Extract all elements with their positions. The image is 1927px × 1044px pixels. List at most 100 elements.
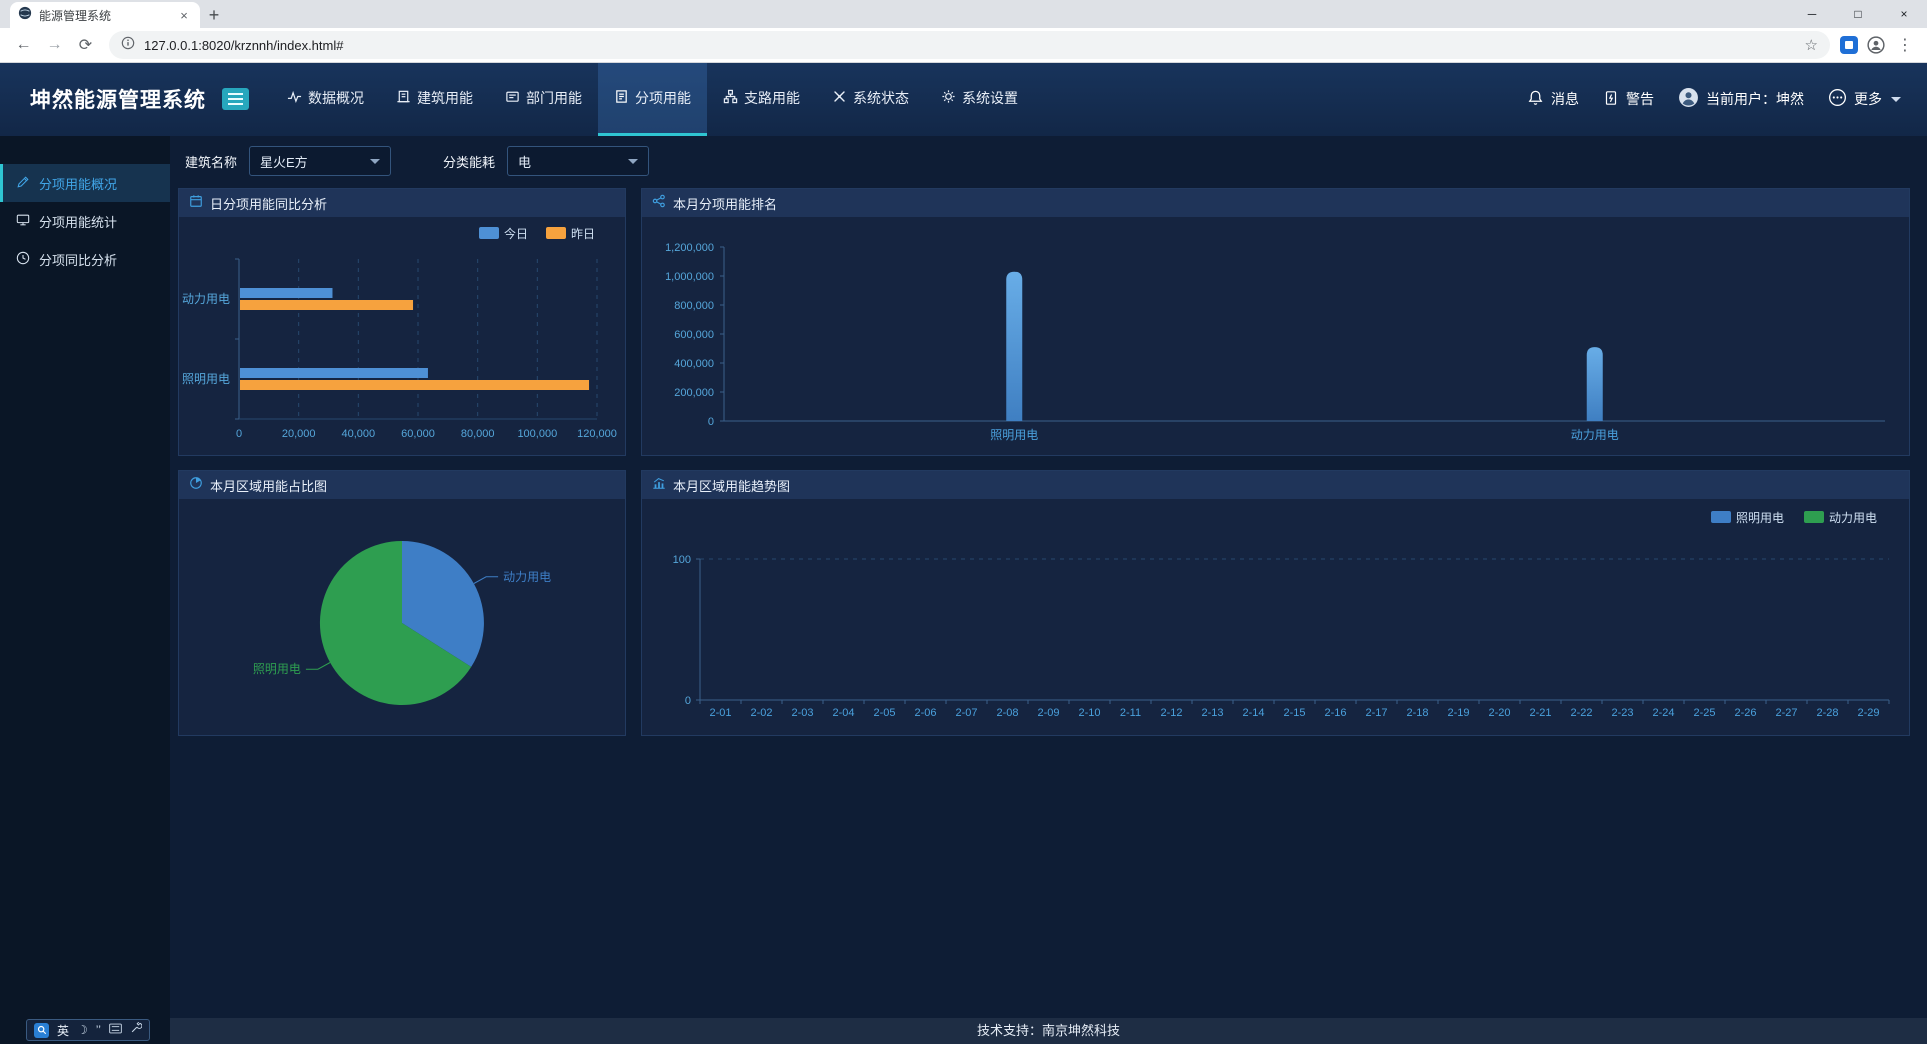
svg-text:1,200,000: 1,200,000 [665,242,714,254]
branch-nodes-icon [723,89,738,107]
id-card-icon [505,89,520,107]
app-title: 坤然能源管理系统 [30,84,206,114]
svg-text:2-06: 2-06 [914,707,936,719]
new-tab-button[interactable]: + [200,2,228,28]
svg-text:200,000: 200,000 [674,387,714,399]
alerts-label: 警告 [1626,89,1654,109]
svg-text:40,000: 40,000 [342,428,376,440]
avatar [1678,87,1699,111]
nav-tab-system-status[interactable]: 系统状态 [816,62,925,136]
panel-header: 本月区域用能趋势图 [642,471,1909,499]
svg-text:2-25: 2-25 [1693,707,1715,719]
svg-text:2-21: 2-21 [1529,707,1551,719]
svg-text:2-14: 2-14 [1242,707,1264,719]
nav-tab-building-energy[interactable]: 建筑用能 [380,62,489,136]
chevron-down-icon [1891,97,1901,102]
building-name-select[interactable]: 星火E方 [249,146,391,176]
browser-chrome: 能源管理系统 × + ─ □ × ← → ⟳ 127.0.0.1:8020/kr… [0,0,1927,62]
sidebar-item-label: 分项用能统计 [39,212,117,231]
ime-wrench-icon[interactable] [130,1021,142,1039]
panel-monthly-ranking: 本月分项用能排名 0200,000400,000600,000800,0001,… [641,188,1910,456]
footer: 技术支持：南京坤然科技 [170,1018,1927,1044]
svg-text:2-12: 2-12 [1160,707,1182,719]
browser-address-bar-row: ← → ⟳ 127.0.0.1:8020/krznnh/index.html# … [0,28,1927,62]
url-text: 127.0.0.1:8020/krznnh/index.html# [144,38,1796,53]
nav-tab-system-settings[interactable]: 系统设置 [925,62,1034,136]
nav-tab-department-energy[interactable]: 部门用能 [489,62,598,136]
current-user[interactable]: 当前用户：坤然 [1678,87,1804,111]
svg-text:20,000: 20,000 [282,428,316,440]
svg-text:2-17: 2-17 [1365,707,1387,719]
nav-tab-branch-energy[interactable]: 支路用能 [707,62,816,136]
back-button[interactable]: ← [10,32,37,59]
svg-text:2-11: 2-11 [1120,707,1141,719]
svg-text:2-07: 2-07 [955,707,977,719]
chevron-down-icon [370,159,380,164]
panel-area-trend: 本月区域用能趋势图 照明用电动力用电01002-012-022-032-042-… [641,470,1910,736]
forward-button[interactable]: → [41,32,68,59]
svg-text:2-18: 2-18 [1406,707,1428,719]
refresh-button[interactable]: ⟳ [72,32,99,59]
browser-tab[interactable]: 能源管理系统 × [10,2,200,28]
pie-icon [189,476,203,495]
more-label: 更多 [1854,89,1882,109]
browser-menu-icon[interactable]: ⋮ [1893,35,1917,55]
address-bar[interactable]: 127.0.0.1:8020/krznnh/index.html# ☆ [109,31,1830,59]
area-trend-chart[interactable]: 照明用电动力用电01002-012-022-032-042-052-062-07… [642,499,1909,735]
svg-text:0: 0 [236,428,242,440]
messages-button[interactable]: 消息 [1527,89,1579,109]
svg-text:照明用电: 照明用电 [253,662,301,676]
area-ratio-pie-chart[interactable]: 动力用电照明用电 [179,499,625,735]
nav-label: 数据概况 [308,88,364,108]
window-minimize-button[interactable]: ─ [1789,0,1835,28]
svg-text:动力用电: 动力用电 [1571,428,1619,442]
svg-text:60,000: 60,000 [401,428,435,440]
header-right-cluster: 消息 警告 当前用户：坤然 更多 [1527,62,1901,136]
window-close-button[interactable]: × [1881,0,1927,28]
building-icon [396,89,411,107]
svg-text:120,000: 120,000 [577,428,617,440]
ime-toolbar[interactable]: 英 ☽ ’’ [26,1019,150,1041]
energy-type-select[interactable]: 电 [507,146,649,176]
ime-language-mode[interactable]: 英 [57,1022,69,1039]
window-maximize-button[interactable]: □ [1835,0,1881,28]
messages-label: 消息 [1551,89,1579,109]
svg-text:2-13: 2-13 [1201,707,1223,719]
more-menu-button[interactable]: 更多 [1828,88,1901,110]
sidebar-item-subitem-overview[interactable]: 分项用能概况 [0,164,170,202]
panel-title: 本月区域用能占比图 [210,476,327,495]
panel-header: 本月区域用能占比图 [179,471,625,499]
nav-label: 系统设置 [962,88,1018,108]
site-favicon-icon [18,6,32,25]
ime-keyboard-icon[interactable] [109,1021,122,1039]
svg-text:2-02: 2-02 [750,707,772,719]
ime-logo-icon[interactable] [34,1023,49,1038]
nav-tab-data-overview[interactable]: 数据概况 [271,62,380,136]
ime-fullmoon-icon[interactable]: ☽ [77,1024,88,1036]
svg-text:2-29: 2-29 [1857,707,1879,719]
alerts-button[interactable]: 警告 [1603,89,1654,109]
svg-text:600,000: 600,000 [674,329,714,341]
nav-tab-subitem-energy[interactable]: 分项用能 [598,62,707,136]
panel-area-ratio: 本月区域用能占比图 动力用电照明用电 [178,470,626,736]
svg-text:动力用电: 动力用电 [1829,511,1877,525]
bookmark-star-icon[interactable]: ☆ [1805,36,1818,54]
svg-text:照明用电: 照明用电 [990,428,1038,442]
svg-text:80,000: 80,000 [461,428,495,440]
svg-text:2-05: 2-05 [873,707,895,719]
browser-profile-icon[interactable] [1862,32,1889,59]
trend-chart-icon [652,476,666,495]
ime-punctuation-icon[interactable]: ’’ [96,1024,101,1036]
tab-close-icon[interactable]: × [176,8,192,23]
sidebar-item-subitem-statistics[interactable]: 分项用能统计 [0,202,170,240]
ellipsis-circle-icon [1828,88,1847,110]
site-info-icon[interactable] [121,36,135,55]
daily-comparison-chart[interactable]: 今日昨日020,00040,00060,00080,000100,000120,… [179,217,625,455]
menu-toggle-button[interactable] [222,88,249,110]
share-nodes-icon [652,194,666,213]
panel-header: 日分项用能同比分析 [179,189,625,217]
svg-text:昨日: 昨日 [571,227,595,241]
sidebar-item-yoy-analysis[interactable]: 分项同比分析 [0,240,170,278]
monthly-ranking-chart[interactable]: 0200,000400,000600,000800,0001,000,0001,… [642,217,1909,455]
extension-icon[interactable] [1840,36,1858,54]
